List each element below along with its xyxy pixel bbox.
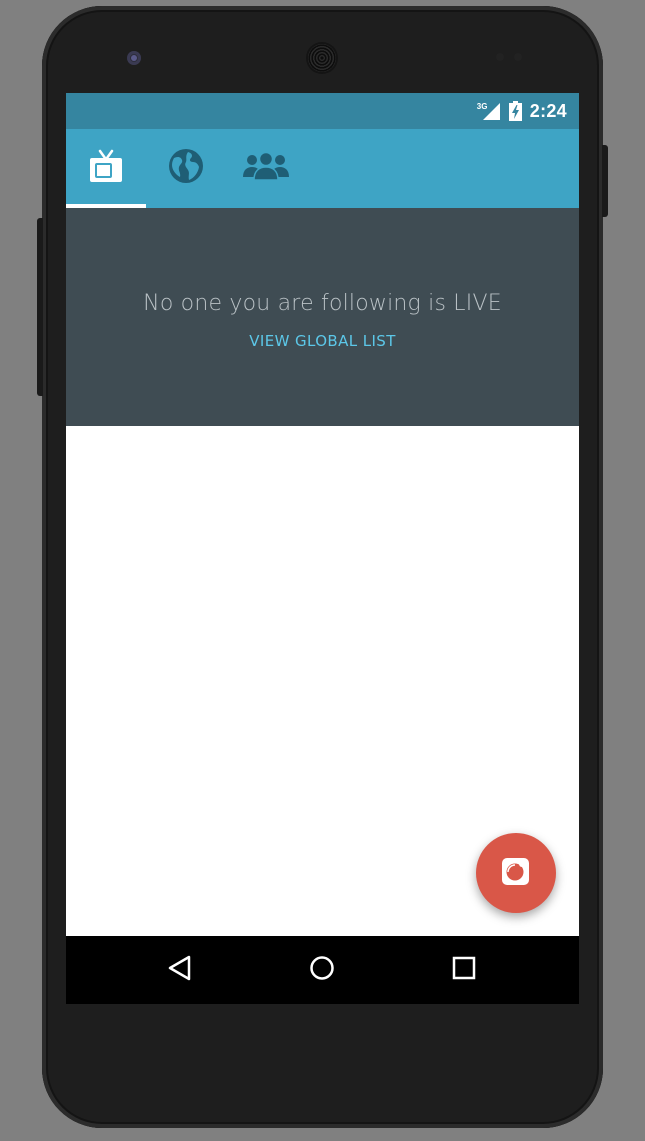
back-button[interactable] <box>140 936 220 1004</box>
home-icon <box>309 955 335 986</box>
power-button <box>602 145 608 217</box>
back-icon <box>167 955 193 986</box>
system-nav-bar <box>66 936 579 1004</box>
earpiece-speaker <box>308 44 336 72</box>
tab-bar <box>66 129 579 208</box>
recents-button[interactable] <box>424 936 504 1004</box>
start-broadcast-button[interactable] <box>476 833 556 913</box>
app-screen: 3G 2:24 No one you are following is LIVE… <box>66 93 579 1004</box>
broadcast-camera-icon <box>500 855 532 892</box>
recents-icon <box>452 956 476 985</box>
view-global-list-link[interactable]: VIEW GLOBAL LIST <box>66 332 579 350</box>
light-sensor <box>514 53 522 61</box>
empty-state-panel: No one you are following is LIVE VIEW GL… <box>66 208 579 426</box>
proximity-sensor <box>496 53 504 61</box>
tab-people[interactable] <box>226 129 306 208</box>
signal-icon: 3G <box>477 101 501 121</box>
tab-global[interactable] <box>146 129 226 208</box>
front-camera <box>127 51 141 65</box>
status-bar: 3G 2:24 <box>66 93 579 129</box>
globe-icon <box>168 148 204 189</box>
battery-charging-icon <box>508 101 522 121</box>
people-icon <box>242 151 290 186</box>
empty-state-message: No one you are following is LIVE <box>143 291 502 316</box>
volume-button <box>37 218 43 396</box>
home-button[interactable] <box>282 936 362 1004</box>
tab-following-live[interactable] <box>66 129 146 208</box>
tv-icon <box>89 149 123 188</box>
status-clock: 2:24 <box>529 100 567 121</box>
